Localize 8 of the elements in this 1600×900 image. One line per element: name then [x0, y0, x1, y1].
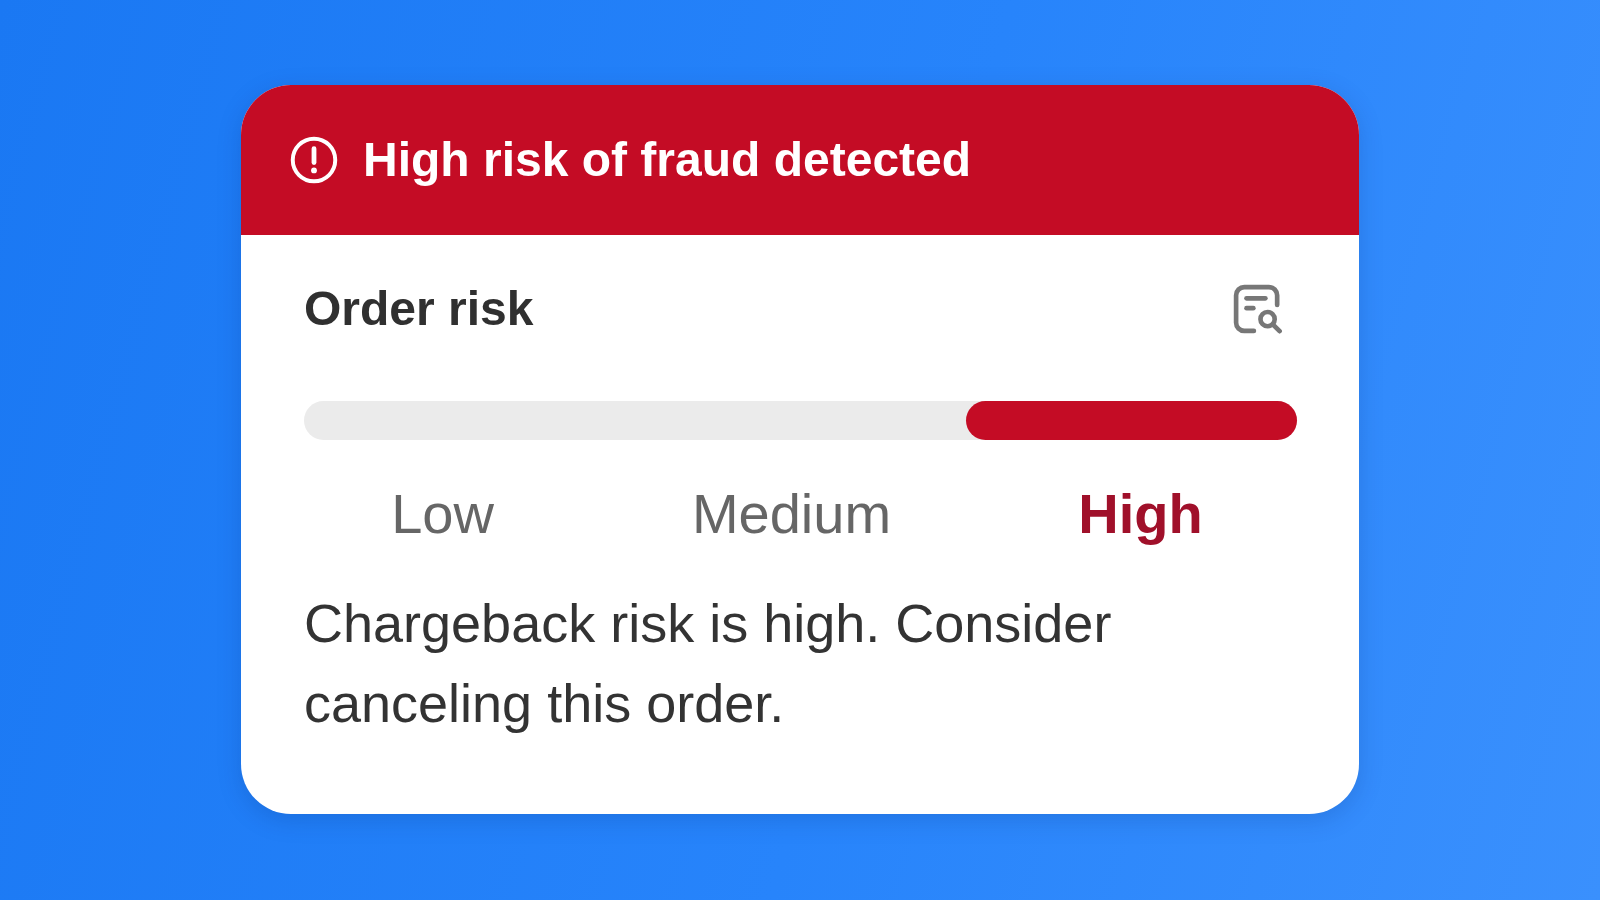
risk-level-label: High	[1078, 481, 1203, 547]
risk-level-label: Medium	[691, 481, 892, 547]
document-search-icon[interactable]	[1232, 283, 1284, 335]
alert-title: High risk of fraud detected	[363, 132, 972, 189]
risk-level-label: Low	[391, 481, 494, 547]
section-title: Order risk	[304, 281, 534, 338]
risk-message: Chargeback risk is high. Consider canceling this order.	[304, 592, 1113, 736]
alert-icon	[289, 135, 339, 185]
